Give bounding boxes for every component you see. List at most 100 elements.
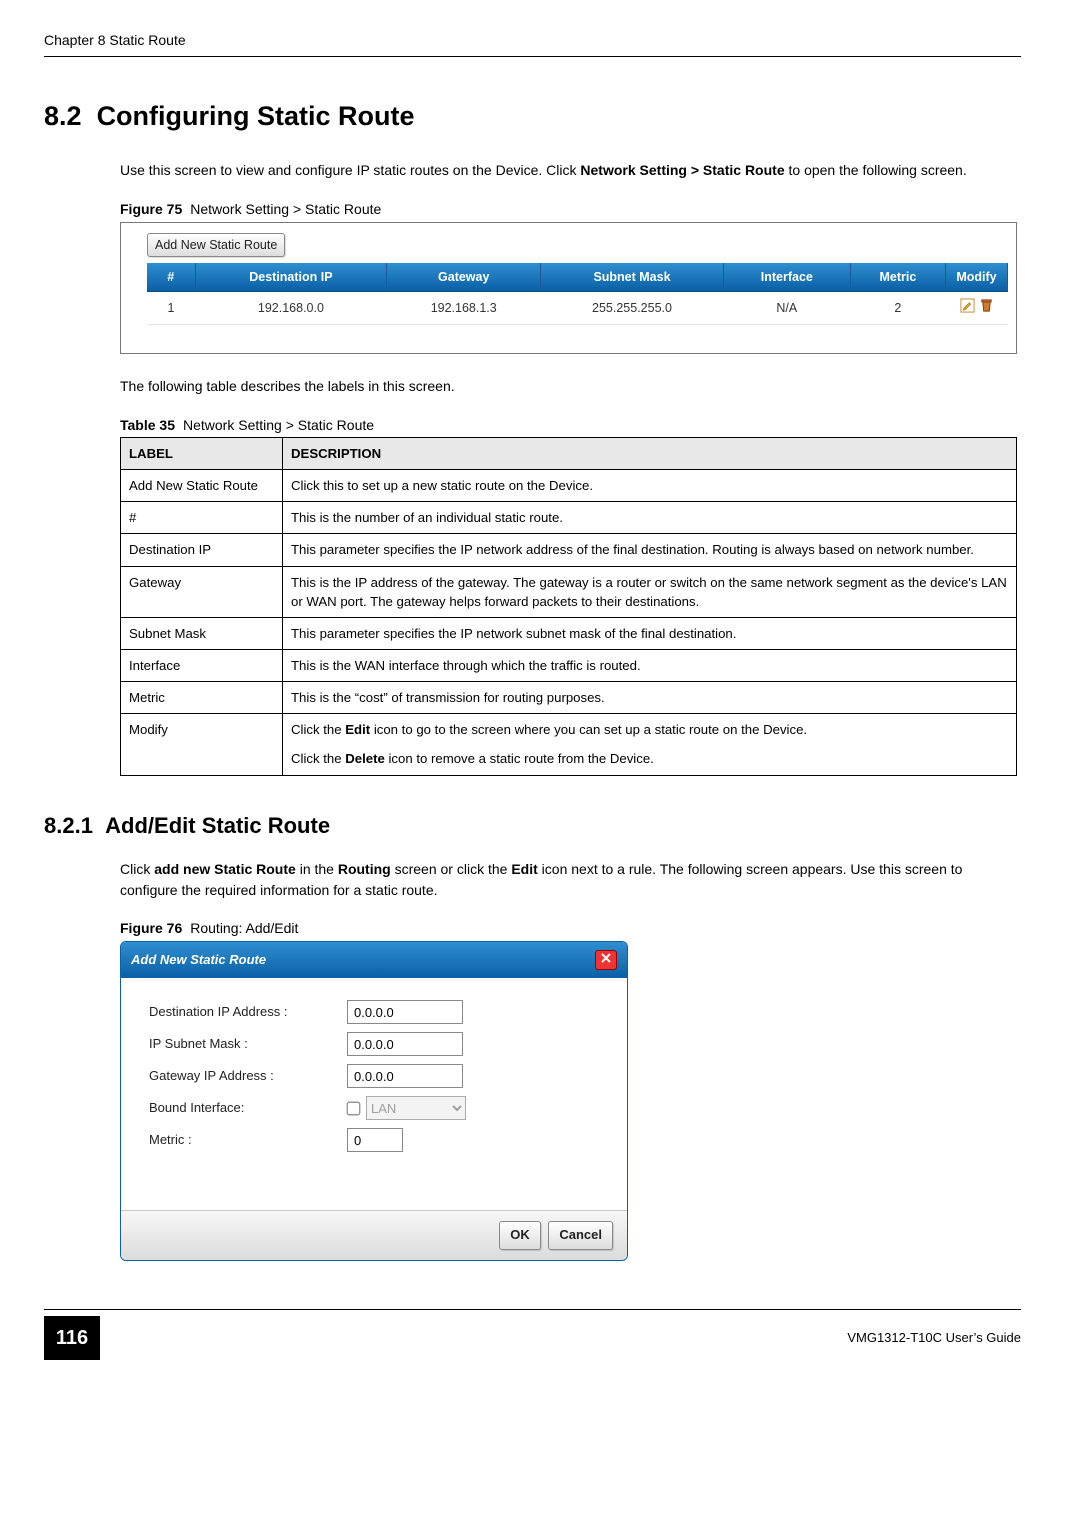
desc-label: Subnet Mask xyxy=(121,617,283,649)
table-row: GatewayThis is the IP address of the gat… xyxy=(121,566,1017,617)
delete-icon[interactable] xyxy=(979,298,994,318)
label-gateway-ip: Gateway IP Address : xyxy=(149,1067,347,1086)
edit-icon[interactable] xyxy=(960,298,975,318)
desc-label: Interface xyxy=(121,649,283,681)
desc-label: Add New Static Route xyxy=(121,470,283,502)
modify-p1-post: icon to go to the screen where you can s… xyxy=(370,722,807,737)
section-title: Configuring Static Route xyxy=(97,101,415,131)
dialog-footer: OK Cancel xyxy=(121,1210,627,1260)
desc-text: This is the number of an individual stat… xyxy=(283,502,1017,534)
section-intro: Use this screen to view and configure IP… xyxy=(120,160,1017,180)
desc-label: Gateway xyxy=(121,566,283,617)
intro-post: to open the following screen. xyxy=(785,162,967,178)
table35: LABEL DESCRIPTION Add New Static RouteCl… xyxy=(120,437,1017,776)
section-heading-8-2-1: 8.2.1 Add/Edit Static Route xyxy=(44,810,1021,842)
th-subnet-mask: Subnet Mask xyxy=(541,263,724,292)
add-new-static-route-button[interactable]: Add New Static Route xyxy=(147,233,285,257)
th-metric: Metric xyxy=(850,263,945,292)
table-row: Subnet MaskThis parameter specifies the … xyxy=(121,617,1017,649)
p-b3: Edit xyxy=(511,861,537,877)
table-row-modify: Modify Click the Edit icon to go to the … xyxy=(121,714,1017,775)
figure76-caption: Figure 76 Routing: Add/Edit xyxy=(120,918,1017,938)
desc-text: Click the Edit icon to go to the screen … xyxy=(283,714,1017,775)
chapter-header: Chapter 8 Static Route xyxy=(44,30,1021,50)
cell-modify xyxy=(946,292,1008,325)
cell-metric: 2 xyxy=(850,292,945,325)
p-mid1: in the xyxy=(296,861,338,877)
desc-text: This is the IP address of the gateway. T… xyxy=(283,566,1017,617)
cancel-button[interactable]: Cancel xyxy=(548,1221,613,1250)
desc-text: This is the WAN interface through which … xyxy=(283,649,1017,681)
table-header-row: # Destination IP Gateway Subnet Mask Int… xyxy=(147,263,1008,292)
desc-text: This parameter specifies the IP network … xyxy=(283,534,1017,566)
figure75-label: Figure 75 xyxy=(120,201,182,217)
table35-label: Table 35 xyxy=(120,417,175,433)
close-button[interactable] xyxy=(595,950,617,970)
dialog-title-bar: Add New Static Route xyxy=(121,942,627,978)
th-label: LABEL xyxy=(121,438,283,470)
table-row: Add New Static RouteClick this to set up… xyxy=(121,470,1017,502)
close-icon xyxy=(600,951,612,970)
header-rule xyxy=(44,56,1021,57)
p-b1: add new Static Route xyxy=(154,861,296,877)
table-row: Destination IPThis parameter specifies t… xyxy=(121,534,1017,566)
modify-p2-bold: Delete xyxy=(345,751,385,766)
desc-text: Click this to set up a new static route … xyxy=(283,470,1017,502)
th-description: DESCRIPTION xyxy=(283,438,1017,470)
cell-gateway: 192.168.1.3 xyxy=(387,292,541,325)
page-number: 116 xyxy=(44,1316,100,1360)
intro-pre: Use this screen to view and configure IP… xyxy=(120,162,580,178)
p-pre: Click xyxy=(120,861,154,877)
modify-p1-bold: Edit xyxy=(345,722,370,737)
desc-label: # xyxy=(121,502,283,534)
metric-input[interactable] xyxy=(347,1128,403,1152)
p-mid2: screen or click the xyxy=(391,861,512,877)
bound-interface-select[interactable]: LAN xyxy=(366,1096,466,1120)
bound-interface-checkbox[interactable] xyxy=(347,1102,361,1116)
table35-caption-text: Network Setting > Static Route xyxy=(183,417,374,433)
desc-label: Modify xyxy=(121,714,283,775)
cell-number: 1 xyxy=(147,292,195,325)
page-footer: 116 VMG1312-T10C User’s Guide xyxy=(44,1316,1021,1360)
row-subnet-mask: IP Subnet Mask : xyxy=(149,1032,599,1056)
figure75-caption-text: Network Setting > Static Route xyxy=(190,201,381,217)
label-destination-ip: Destination IP Address : xyxy=(149,1003,347,1022)
row-gateway-ip: Gateway IP Address : xyxy=(149,1064,599,1088)
gateway-ip-input[interactable] xyxy=(347,1064,463,1088)
dialog-body: Destination IP Address : IP Subnet Mask … xyxy=(121,978,627,1210)
th-number: # xyxy=(147,263,195,292)
desc-label: Metric xyxy=(121,682,283,714)
desc-label: Destination IP xyxy=(121,534,283,566)
table-row: 1 192.168.0.0 192.168.1.3 255.255.255.0 … xyxy=(147,292,1008,325)
p-b2: Routing xyxy=(338,861,391,877)
table-row: #This is the number of an individual sta… xyxy=(121,502,1017,534)
section821-intro: Click add new Static Route in the Routin… xyxy=(120,859,1017,900)
guide-name: VMG1312-T10C User’s Guide xyxy=(847,1329,1021,1348)
section-number: 8.2.1 xyxy=(44,813,93,838)
static-route-table: # Destination IP Gateway Subnet Mask Int… xyxy=(147,263,1008,325)
table-intro: The following table describes the labels… xyxy=(120,376,1017,396)
figure76-caption-text: Routing: Add/Edit xyxy=(190,920,298,936)
ok-button[interactable]: OK xyxy=(499,1221,541,1250)
dialog-title: Add New Static Route xyxy=(131,951,266,970)
figure76-label: Figure 76 xyxy=(120,920,182,936)
subnet-mask-input[interactable] xyxy=(347,1032,463,1056)
th-gateway: Gateway xyxy=(387,263,541,292)
section-title: Add/Edit Static Route xyxy=(105,813,330,838)
figure75-caption: Figure 75 Network Setting > Static Route xyxy=(120,199,1017,219)
destination-ip-input[interactable] xyxy=(347,1000,463,1024)
th-destination-ip: Destination IP xyxy=(195,263,387,292)
intro-bold: Network Setting > Static Route xyxy=(580,162,784,178)
desc-text: This is the “cost” of transmission for r… xyxy=(283,682,1017,714)
row-metric: Metric : xyxy=(149,1128,599,1152)
table35-caption: Table 35 Network Setting > Static Route xyxy=(120,415,1017,435)
row-bound-interface: Bound Interface: LAN xyxy=(149,1096,599,1120)
section-heading-8-2: 8.2 Configuring Static Route xyxy=(44,97,1021,136)
th-modify: Modify xyxy=(946,263,1008,292)
footer-rule xyxy=(44,1309,1021,1310)
figure76-dialog: Add New Static Route Destination IP Addr… xyxy=(120,941,628,1261)
modify-p1-pre: Click the xyxy=(291,722,345,737)
modify-p2-post: icon to remove a static route from the D… xyxy=(385,751,654,766)
table35-header-row: LABEL DESCRIPTION xyxy=(121,438,1017,470)
modify-p2-pre: Click the xyxy=(291,751,345,766)
